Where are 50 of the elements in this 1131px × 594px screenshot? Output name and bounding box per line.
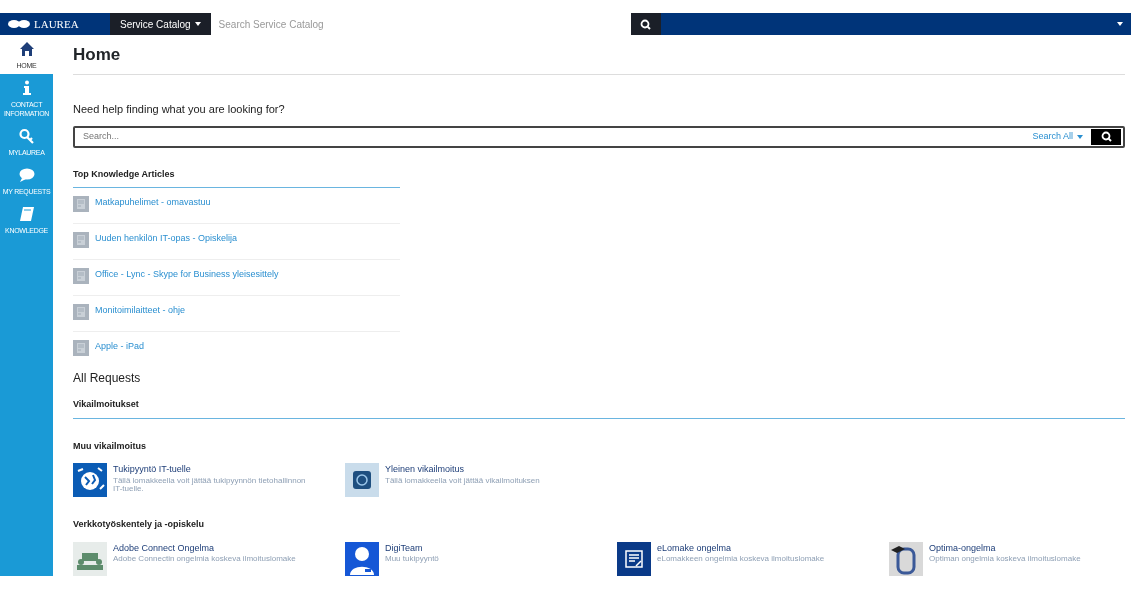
catalog-item-link[interactable]: Tukipyyntö IT-tuelle [113,463,313,477]
key-icon [18,128,35,145]
document-icon [73,232,89,249]
caret-icon[interactable] [1117,22,1123,26]
search-button[interactable] [1091,128,1121,145]
article-link[interactable]: Apple - iPad [95,340,145,354]
item-description: Tällä lomakkeella voit jättää tukipyynnön tietohallinnon IT-tuelle. [113,476,307,494]
help-text: Need help finding what you are looking for? [73,102,286,118]
item-description: Optiman ongelmia koskeva ilmoituslomake [929,555,1081,564]
section-title: All Requests [73,370,142,388]
catalog-item-link[interactable]: eLomake ongelma [657,541,825,556]
book-icon [18,206,35,223]
home-icon [18,41,35,57]
group-heading: Muu vikailmoitus [73,440,146,451]
article-link[interactable]: Office - Lync - Skype for Business yleisesittely [95,268,279,282]
form-icon[interactable] [617,541,651,576]
search-button[interactable] [630,13,661,35]
search-field[interactable]: Search... Search All [73,125,1125,148]
section-heading: Top Knowledge Articles [73,167,400,189]
category-heading: Vikailmoitukset [73,399,139,410]
logo-icon [8,19,30,29]
caret-icon [1077,134,1083,139]
item-description: Tällä lomakkeella voit jättää vikailmoituksen [385,476,540,486]
search-field[interactable]: Search Service Catalog [210,13,631,35]
speech-bubble-icon [18,167,35,184]
person-icon[interactable] [345,541,379,576]
catalog-item-link[interactable]: Yleinen vikailmoitus [385,463,540,477]
item-description: Muu tukipyyntö [385,555,439,564]
article-link[interactable]: Matkapuhelimet - omavastuu [95,196,211,210]
search-icon [640,18,652,30]
page-title: Home [73,45,1125,76]
document-icon [73,340,89,357]
dial-icon[interactable] [345,463,379,498]
document-icon [73,196,89,213]
search-icon [1100,131,1112,143]
brand-name: LAUREA [34,16,79,32]
catalog-item-link[interactable]: Optima-ongelma [929,541,1081,556]
article-link[interactable]: Uuden henkilön IT-opas - Opiskelija [95,232,238,246]
catalog-item-link[interactable]: Adobe Connect Ongelma [113,541,296,556]
article-link[interactable]: Monitoimilaitteet - ohje [95,304,186,318]
catalog-item-link[interactable]: DigiTeam [385,541,439,556]
caret-icon [194,22,201,26]
group-heading: Verkkotyöskentely ja -opiskelu [73,519,205,530]
document-icon [73,304,89,321]
item-description: eLomakkeen ongelmia koskeva ilmoituslomake [657,555,825,564]
graduation-cap-icon[interactable] [889,541,923,576]
scope-dropdown[interactable]: Search All [1024,130,1091,144]
catalog-menu[interactable]: Service Catalog [110,13,211,35]
document-icon [73,268,89,285]
item-description: Adobe Connectin ongelmia koskeva ilmoituslomake [113,555,296,564]
